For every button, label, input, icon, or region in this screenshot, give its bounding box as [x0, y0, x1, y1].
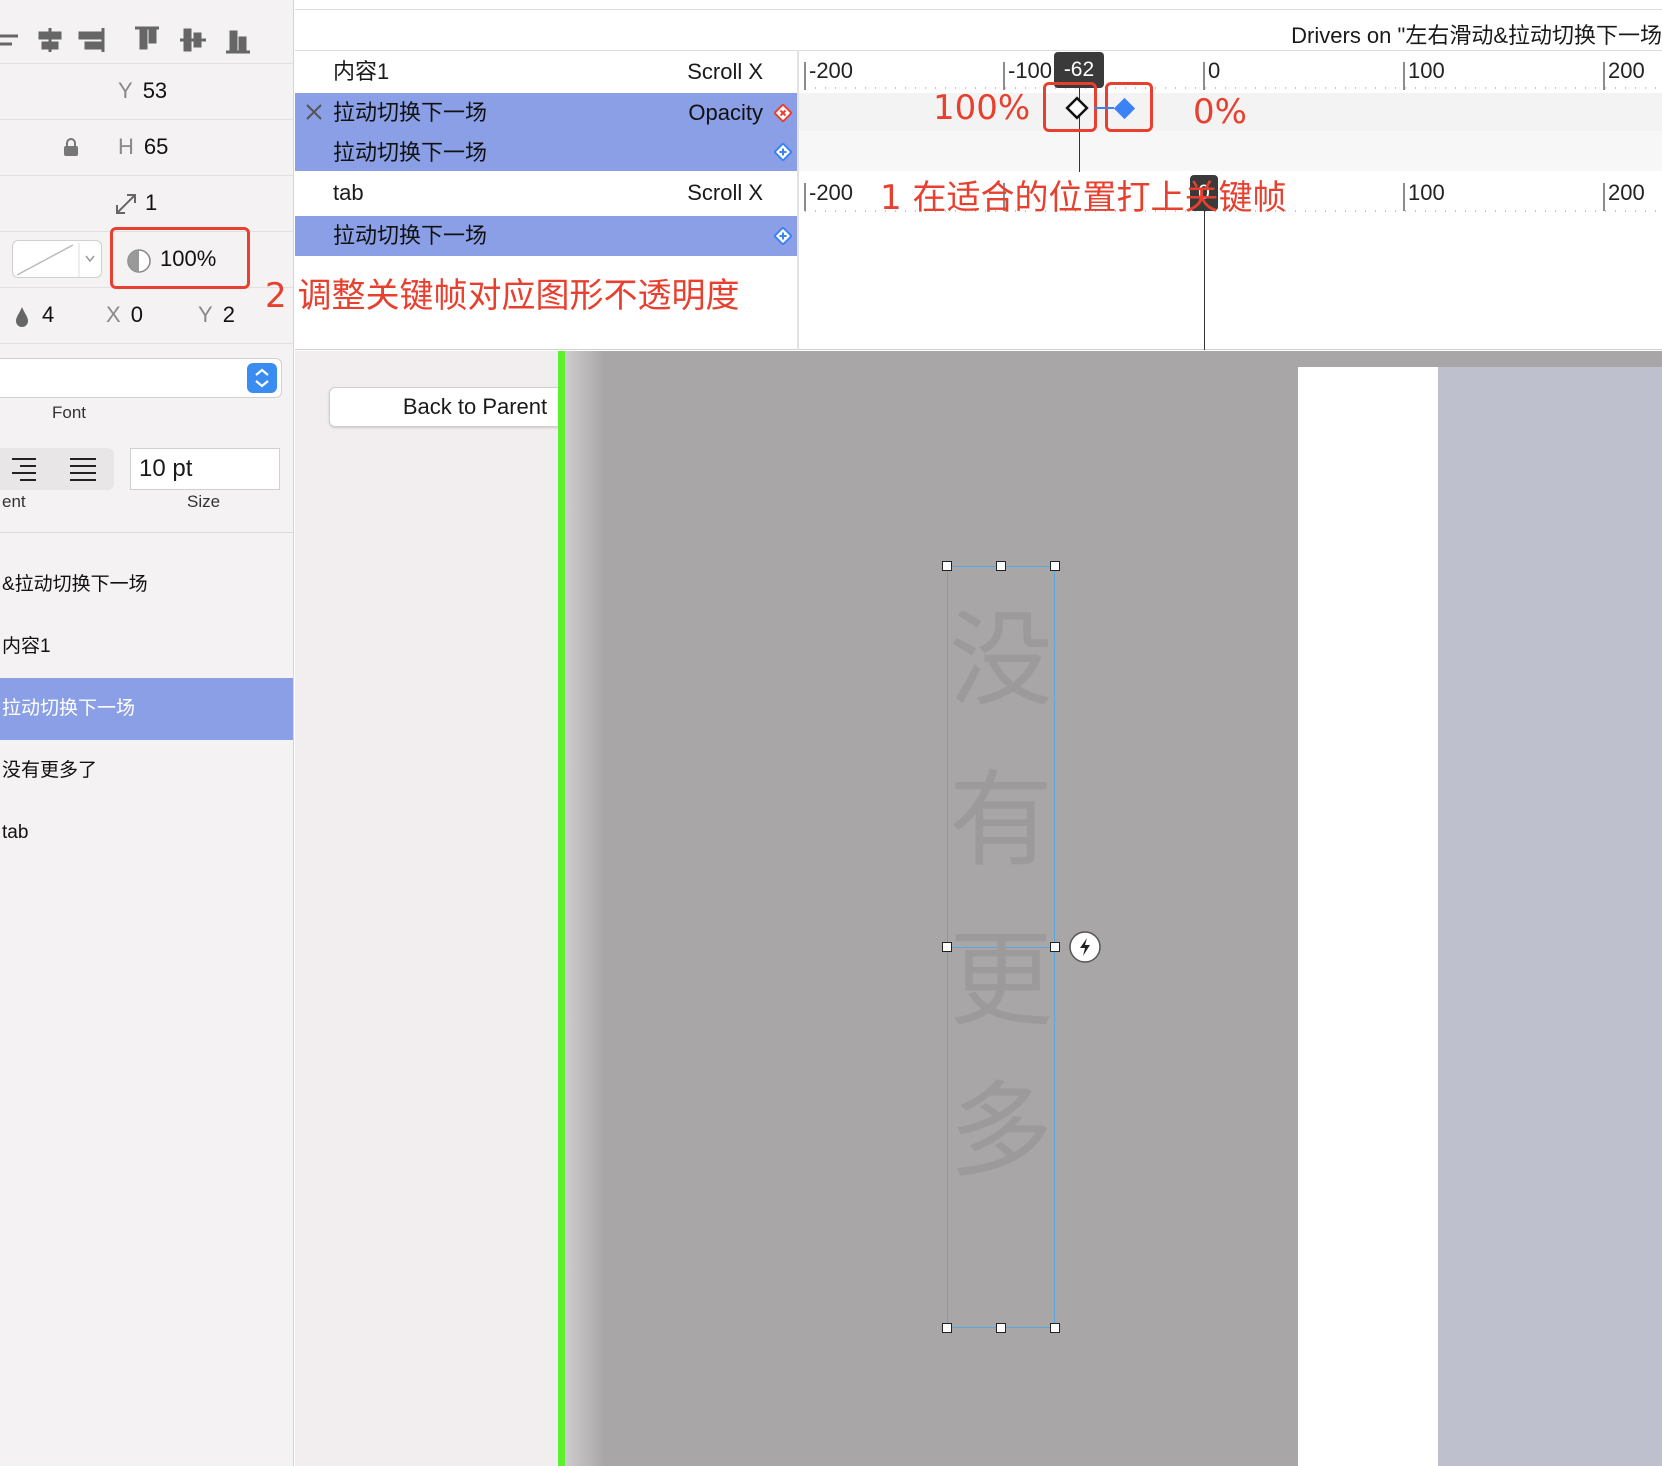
annotation-0: 0%	[1193, 92, 1247, 132]
timeline-row-scroll[interactable]: 内容1 Scroll X	[295, 52, 797, 92]
align-icons[interactable]	[0, 24, 260, 56]
divider	[295, 50, 1662, 51]
shadow-row: 4 X0 Y2	[0, 288, 293, 344]
lightning-icon[interactable]	[1068, 930, 1102, 964]
ruler-label: 100	[1408, 180, 1445, 205]
divider	[0, 532, 293, 533]
shadow-blur-field[interactable]: 4	[42, 302, 54, 328]
align-justify-icon[interactable]	[68, 456, 98, 482]
timeline-row-child[interactable]: 拉动切换下一场	[295, 216, 797, 256]
h-field[interactable]: H 65	[118, 134, 168, 160]
alignment-label: ent	[2, 492, 26, 511]
size-label: Size	[187, 492, 221, 511]
resize-handle[interactable]	[996, 1323, 1006, 1333]
alignment-toolbar	[0, 8, 293, 64]
scale-row: 1	[0, 176, 293, 232]
y-field[interactable]: Y 53	[118, 78, 167, 104]
fill-color-well[interactable]	[12, 240, 102, 278]
font-size-field[interactable]: 10 pt	[130, 448, 280, 490]
ruler-label: 200	[1608, 58, 1645, 83]
scale-field[interactable]: 1	[145, 190, 157, 216]
resize-handle[interactable]	[942, 561, 952, 571]
design-canvas[interactable]: Back to Parent 没 有 更 多	[295, 351, 1662, 1466]
resize-handle[interactable]	[1050, 1323, 1060, 1333]
layer-item-selected[interactable]: 拉动切换下一场	[0, 678, 293, 740]
ruler-label: -200	[809, 180, 854, 205]
layer-item[interactable]: &拉动切换下一场	[0, 554, 293, 616]
resize-handle[interactable]	[942, 1323, 952, 1333]
remove-keyframe-icon[interactable]	[774, 104, 792, 122]
panel-title: Drivers on "左右滑动&拉动切换下一场	[1291, 23, 1662, 48]
close-icon[interactable]	[305, 103, 323, 121]
artboard-white-panel	[1298, 367, 1438, 1466]
timeline-row-tab[interactable]: tab Scroll X	[295, 173, 797, 213]
timeline-row-child[interactable]: 拉动切换下一场	[295, 133, 797, 171]
annotation-100: 100%	[933, 88, 1031, 128]
drop-icon	[16, 307, 28, 327]
artboard-blue-panel	[1438, 367, 1662, 1466]
playhead-line	[1204, 211, 1205, 350]
annotation-box	[110, 227, 250, 289]
resize-handle[interactable]	[996, 561, 1006, 571]
timeline-row-opacity[interactable]: 拉动切换下一场 Opacity	[295, 93, 797, 133]
drivers-timeline: Drivers on "左右滑动&拉动切换下一场 内容1 Scroll X 拉动…	[265, 0, 1662, 350]
ruler-label: 200	[1608, 180, 1645, 205]
inspector-sidebar: Y 53 H 65 1 100% 4 X0 Y2 Font 10 pt ent …	[0, 0, 294, 1466]
layer-item[interactable]: tab	[0, 802, 293, 864]
resize-icon	[116, 194, 136, 214]
keyframe-diamond-icon[interactable]	[1110, 95, 1140, 123]
ruler-top[interactable]	[799, 52, 1662, 92]
ruler-label: -200	[809, 58, 854, 83]
text-align-segment	[0, 448, 114, 490]
y-row: Y 53	[0, 64, 293, 120]
align-right-icon[interactable]	[8, 456, 38, 482]
panel-top-edge	[295, 0, 1662, 10]
layer-item[interactable]: 内容1	[0, 616, 293, 678]
resize-handle[interactable]	[1050, 942, 1060, 952]
guide-line	[558, 351, 565, 1466]
ruler-label: 100	[1408, 58, 1445, 83]
add-keyframe-icon[interactable]	[774, 227, 792, 245]
annotation-note-1: 1 在适合的位置打上关键帧	[880, 178, 1287, 218]
resize-handle[interactable]	[942, 942, 952, 952]
font-picker[interactable]	[0, 358, 282, 398]
h-row: H 65	[0, 120, 293, 176]
annotation-note-2: 2 调整关键帧对应图形不透明度	[265, 276, 740, 316]
add-keyframe-icon[interactable]	[774, 143, 792, 161]
resize-handle[interactable]	[1050, 561, 1060, 571]
stepper-icon	[247, 363, 277, 393]
shadow-y-field[interactable]: Y2	[198, 302, 235, 328]
keyframe-diamond-icon[interactable]	[1063, 96, 1093, 122]
shadow-x-field[interactable]: X0	[106, 302, 143, 328]
ruler-label: 0	[1208, 58, 1221, 83]
ruler-label: -100	[1008, 58, 1053, 83]
selection-bounds[interactable]	[947, 566, 1055, 1328]
track-lane	[799, 131, 1662, 171]
lock-icon[interactable]	[63, 138, 79, 156]
vertical-char: 多	[948, 1070, 1053, 1192]
font-label: Font	[52, 403, 87, 422]
layer-item[interactable]: 没有更多了	[0, 740, 293, 802]
